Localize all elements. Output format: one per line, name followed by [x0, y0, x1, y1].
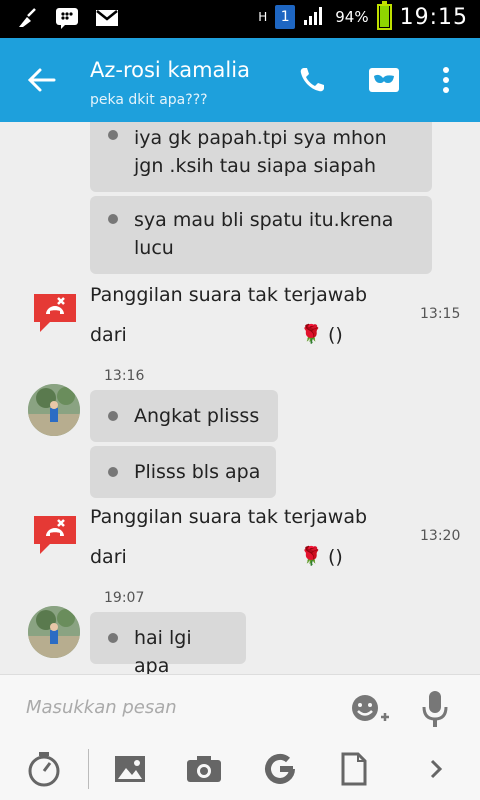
clock: 19:15 [399, 4, 468, 30]
rose-emoji-icon: 🌹 [300, 546, 323, 567]
attachment-toolbar [0, 749, 480, 799]
missed-call-from: dari [90, 546, 127, 568]
message-time: 19:07 [104, 590, 145, 606]
missed-call-icon [32, 514, 78, 556]
more-vert-icon[interactable] [426, 60, 466, 100]
phone-icon[interactable] [292, 60, 332, 100]
missed-call-from: dari [90, 324, 127, 346]
camera-icon[interactable] [184, 749, 224, 789]
toolbar-divider [88, 749, 89, 789]
back-arrow-icon[interactable] [26, 66, 56, 94]
message-time: 13:15 [420, 306, 461, 322]
bullet [108, 411, 118, 421]
contact-name[interactable]: Az-rosi kamalia [90, 58, 250, 82]
message-bubble[interactable]: Angkat plisss [90, 390, 278, 442]
battery-icon [376, 1, 392, 30]
battery-percent: 94% [335, 8, 369, 26]
file-icon[interactable] [334, 749, 374, 789]
image-icon[interactable] [110, 749, 150, 789]
message-input[interactable]: Masukkan pesan [26, 697, 177, 718]
avatar[interactable] [28, 384, 80, 436]
signal-icon [303, 4, 327, 30]
google-icon[interactable] [260, 749, 300, 789]
bullet [108, 633, 118, 643]
message-time: 13:20 [420, 528, 461, 544]
message-bubble[interactable]: Plisss bls apa [90, 446, 276, 498]
missed-call-suffix: () [328, 324, 343, 346]
message-bubble[interactable]: sya mau bli spatu itu.krena lucu [90, 196, 432, 274]
chat-area[interactable]: iya gk papah.tpi sya mhon jgn .ksih tau … [0, 122, 480, 674]
bullet [108, 130, 118, 140]
compose-bar: Masukkan pesan [0, 674, 480, 800]
bbm-icon [54, 6, 80, 30]
chevron-right-icon[interactable] [416, 749, 456, 789]
missed-call-suffix: () [328, 546, 343, 568]
message-bubble[interactable]: iya gk papah.tpi sya mhon jgn .ksih tau … [90, 122, 432, 192]
message-bubble[interactable]: hai lgi apa [90, 612, 246, 674]
network-type: H [258, 9, 268, 24]
sim-badge: 1 [275, 5, 296, 29]
broom-icon [14, 6, 40, 30]
contact-status: peka dkit apa??? [90, 92, 208, 108]
missed-call-icon [32, 292, 78, 334]
rose-emoji-icon: 🌹 [300, 324, 323, 345]
message-time: 13:16 [104, 368, 145, 384]
mask-icon[interactable] [364, 60, 404, 100]
gmail-icon [94, 6, 120, 30]
avatar[interactable] [28, 606, 80, 658]
bullet [108, 467, 118, 477]
missed-call-text: Panggilan suara tak terjawab [90, 506, 368, 528]
emoji-add-icon[interactable] [350, 693, 390, 727]
status-bar: H 1 94% 19:15 [0, 0, 480, 38]
missed-call-text: Panggilan suara tak terjawab [90, 284, 368, 306]
timer-icon[interactable] [24, 749, 64, 789]
bullet [108, 214, 118, 224]
app-bar: Az-rosi kamalia peka dkit apa??? [0, 38, 480, 122]
microphone-icon[interactable] [420, 689, 450, 729]
